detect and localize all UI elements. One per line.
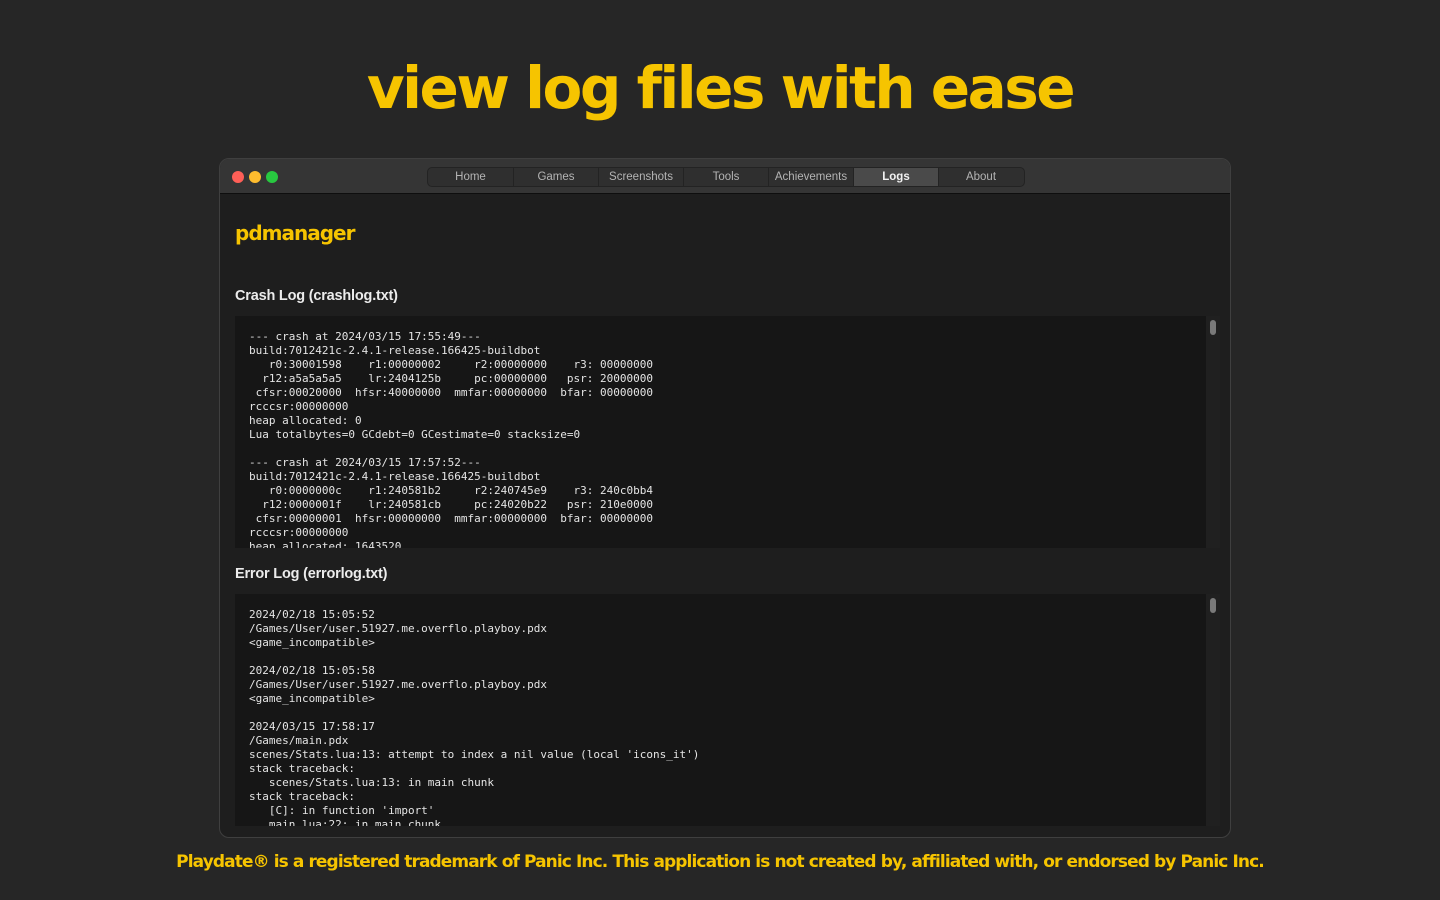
tab-tools[interactable]: Tools [683,168,768,186]
error-log-scrollbar[interactable] [1206,594,1220,826]
minimize-window-button[interactable] [249,171,261,183]
crash-log-scroll-thumb[interactable] [1210,320,1216,335]
close-window-button[interactable] [232,171,244,183]
tab-screenshots[interactable]: Screenshots [598,168,683,186]
tab-logs[interactable]: Logs [853,168,938,186]
tab-achievements[interactable]: Achievements [768,168,853,186]
crash-log-content: --- crash at 2024/03/15 17:55:49--- buil… [249,330,653,548]
tab-games[interactable]: Games [513,168,598,186]
tab-about[interactable]: About [938,168,1023,186]
error-log-panel[interactable]: 2024/02/18 15:05:52 /Games/User/user.519… [235,594,1206,826]
error-log-title: Error Log (errorlog.txt) [235,566,388,582]
app-brand-title: pdmanager [235,221,355,245]
error-log-scroll-thumb[interactable] [1210,598,1216,613]
tab-bar: Home Games Screenshots Tools Achievement… [427,167,1025,187]
window-titlebar: Home Games Screenshots Tools Achievement… [220,159,1230,194]
crash-log-title: Crash Log (crashlog.txt) [235,288,398,304]
app-window: Home Games Screenshots Tools Achievement… [219,158,1231,838]
tab-home[interactable]: Home [428,168,513,186]
crash-log-panel[interactable]: --- crash at 2024/03/15 17:55:49--- buil… [235,316,1206,548]
error-log-content: 2024/02/18 15:05:52 /Games/User/user.519… [249,608,700,826]
trademark-disclaimer: Playdate® is a registered trademark of P… [176,852,1265,872]
crash-log-scrollbar[interactable] [1206,316,1220,548]
zoom-window-button[interactable] [266,171,278,183]
hero-title: view log files with ease [366,54,1076,122]
